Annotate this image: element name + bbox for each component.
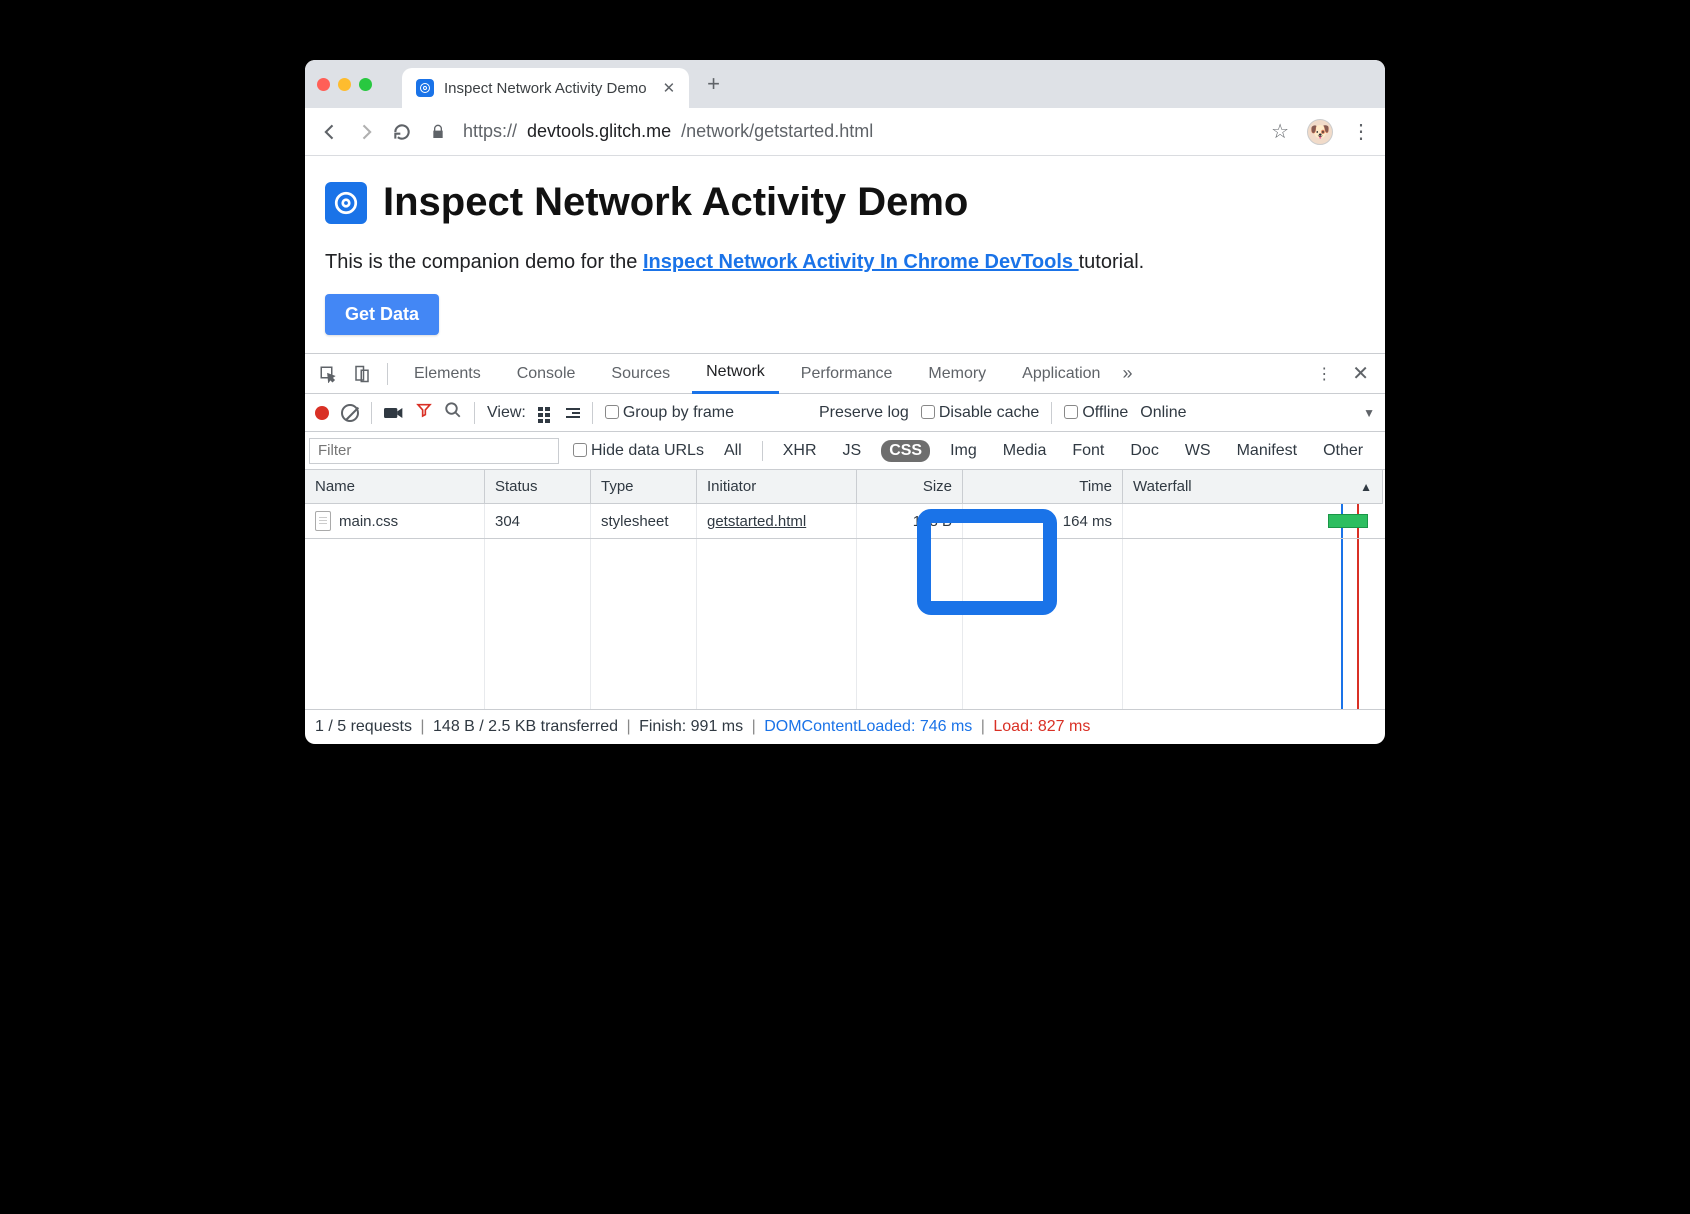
col-waterfall[interactable]: Waterfall▲	[1123, 470, 1383, 504]
tab-application[interactable]: Application	[1008, 354, 1114, 394]
col-name[interactable]: Name	[305, 470, 485, 504]
page-title: Inspect Network Activity Demo	[383, 180, 968, 225]
reload-button[interactable]	[391, 122, 413, 142]
filter-css[interactable]: CSS	[881, 440, 930, 462]
waterfall-bar	[1328, 514, 1368, 528]
list-view-icon[interactable]	[538, 407, 554, 419]
bookmark-icon[interactable]: ☆	[1271, 119, 1289, 144]
devtools-tab-bar: Elements Console Sources Network Perform…	[305, 354, 1385, 394]
throttling-select[interactable]: Online	[1140, 404, 1186, 422]
close-tab-icon[interactable]: ✕	[663, 79, 676, 97]
minimize-window-icon[interactable]	[338, 78, 351, 91]
browser-tab[interactable]: Inspect Network Activity Demo ✕	[402, 68, 689, 108]
toolbar-expand-icon[interactable]: ▼	[1363, 406, 1375, 420]
network-toolbar: View: Group by frame Preserve log Disabl…	[305, 394, 1385, 432]
network-table: Name Status Type Initiator Size Time Wat…	[305, 470, 1385, 539]
view-label: View:	[487, 404, 526, 422]
status-finish: Finish: 991 ms	[639, 718, 743, 735]
back-button[interactable]	[319, 122, 341, 142]
tab-strip: Inspect Network Activity Demo ✕ +	[305, 60, 1385, 108]
devtools-panel: Elements Console Sources Network Perform…	[305, 353, 1385, 744]
network-filter-bar: Hide data URLs All XHR JS CSS Img Media …	[305, 432, 1385, 470]
row-name[interactable]: main.css	[305, 504, 485, 538]
network-status-bar: 1 / 5 requests | 148 B / 2.5 KB transfer…	[305, 709, 1385, 744]
more-tabs-icon[interactable]: »	[1122, 363, 1132, 384]
tab-elements[interactable]: Elements	[400, 354, 495, 394]
filter-img[interactable]: Img	[944, 440, 983, 462]
get-data-button[interactable]: Get Data	[325, 294, 439, 335]
record-icon[interactable]	[315, 406, 329, 420]
tab-memory[interactable]: Memory	[914, 354, 1000, 394]
dcl-line-ext	[1341, 539, 1343, 709]
row-size: 148 B	[857, 504, 963, 538]
filter-manifest[interactable]: Manifest	[1231, 440, 1303, 462]
row-time: 164 ms	[963, 504, 1123, 538]
load-line-ext	[1357, 539, 1359, 709]
clear-icon[interactable]	[341, 404, 359, 422]
lock-icon[interactable]	[427, 124, 449, 140]
close-window-icon[interactable]	[317, 78, 330, 91]
browser-window: Inspect Network Activity Demo ✕ + https:…	[305, 60, 1385, 744]
inspect-element-icon[interactable]	[315, 365, 341, 383]
filter-js[interactable]: JS	[837, 440, 868, 462]
search-icon[interactable]	[444, 401, 462, 424]
devtools-logo-icon	[325, 182, 367, 224]
filter-xhr[interactable]: XHR	[777, 440, 823, 462]
row-status: 304	[485, 504, 591, 538]
status-dcl: DOMContentLoaded: 746 ms	[764, 718, 972, 735]
profile-avatar[interactable]: 🐶	[1307, 119, 1333, 145]
disable-cache-checkbox[interactable]: Disable cache	[921, 404, 1040, 422]
new-tab-button[interactable]: +	[707, 71, 720, 97]
devtools-favicon-icon	[416, 79, 434, 97]
tab-title: Inspect Network Activity Demo	[444, 80, 647, 97]
filter-doc[interactable]: Doc	[1124, 440, 1164, 462]
tab-console[interactable]: Console	[503, 354, 590, 394]
device-toolbar-icon[interactable]	[349, 365, 375, 383]
col-time[interactable]: Time	[963, 470, 1123, 504]
file-icon	[315, 511, 331, 531]
status-transferred: 148 B / 2.5 KB transferred	[433, 718, 618, 735]
offline-checkbox[interactable]: Offline	[1064, 404, 1128, 422]
filter-icon[interactable]	[416, 402, 432, 423]
status-load: Load: 827 ms	[993, 718, 1090, 735]
filter-all[interactable]: All	[718, 440, 748, 462]
page-heading: Inspect Network Activity Demo	[325, 180, 1365, 225]
preserve-log-checkbox[interactable]: Preserve log	[819, 404, 909, 422]
col-initiator[interactable]: Initiator	[697, 470, 857, 504]
filter-ws[interactable]: WS	[1179, 440, 1217, 462]
filter-other[interactable]: Other	[1317, 440, 1369, 462]
url-path: /network/getstarted.html	[681, 121, 873, 142]
tab-network[interactable]: Network	[692, 354, 779, 394]
col-size[interactable]: Size	[857, 470, 963, 504]
group-by-frame-checkbox[interactable]: Group by frame	[605, 404, 734, 422]
close-devtools-icon[interactable]: ✕	[1346, 361, 1375, 386]
page-intro: This is the companion demo for the Inspe…	[325, 251, 1365, 274]
devtools-settings-icon[interactable]: ⋮	[1310, 364, 1338, 384]
maximize-window-icon[interactable]	[359, 78, 372, 91]
forward-button[interactable]	[355, 122, 377, 142]
url-protocol: https://	[463, 121, 517, 142]
browser-menu-icon[interactable]: ⋮	[1351, 119, 1371, 144]
row-waterfall	[1123, 504, 1383, 538]
filter-input[interactable]	[309, 438, 559, 464]
table-empty-area	[305, 539, 1385, 709]
tutorial-link[interactable]: Inspect Network Activity In Chrome DevTo…	[643, 251, 1079, 273]
row-initiator[interactable]: getstarted.html	[697, 504, 857, 538]
filter-media[interactable]: Media	[997, 440, 1053, 462]
tab-performance[interactable]: Performance	[787, 354, 907, 394]
hide-data-urls-checkbox[interactable]: Hide data URLs	[573, 442, 704, 460]
screenshot-icon[interactable]	[384, 406, 404, 420]
url-display[interactable]: https:// devtools.glitch.me/network/getst…	[463, 121, 1257, 142]
filter-font[interactable]: Font	[1066, 440, 1110, 462]
col-type[interactable]: Type	[591, 470, 697, 504]
window-controls	[317, 78, 372, 91]
address-bar: https:// devtools.glitch.me/network/getst…	[305, 108, 1385, 156]
url-domain: devtools.glitch.me	[527, 121, 671, 142]
page-content: Inspect Network Activity Demo This is th…	[305, 156, 1385, 353]
row-type: stylesheet	[591, 504, 697, 538]
status-requests: 1 / 5 requests	[315, 718, 412, 735]
large-rows-icon[interactable]	[566, 408, 580, 418]
col-status[interactable]: Status	[485, 470, 591, 504]
tab-sources[interactable]: Sources	[597, 354, 684, 394]
